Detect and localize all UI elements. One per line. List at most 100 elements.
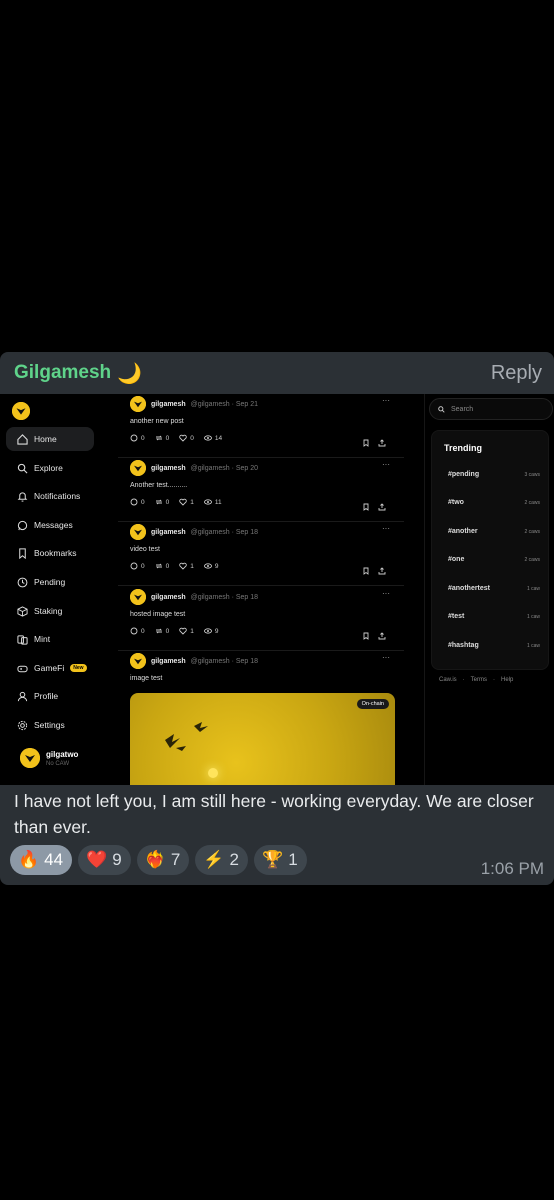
views-button[interactable]: 14: [203, 434, 222, 442]
post-avatar[interactable]: [130, 653, 146, 669]
nav-item-settings[interactable]: Settings: [6, 713, 94, 737]
share-icon[interactable]: [378, 627, 386, 645]
recaws-count: 0: [165, 627, 170, 635]
views-button[interactable]: 11: [203, 498, 222, 506]
post-avatar[interactable]: [130, 396, 146, 412]
bookmark-icon[interactable]: [362, 562, 370, 580]
nav-item-staking[interactable]: Staking: [6, 599, 94, 623]
account-switcher[interactable]: gilgatwo No CAW: [20, 748, 78, 768]
post[interactable]: gilgamesh @gilgamesh · Sep 18 ··· video tes…: [118, 524, 404, 586]
more-options-icon[interactable]: ···: [382, 589, 390, 598]
reply-button[interactable]: 0: [130, 562, 145, 570]
bookmark-icon[interactable]: [362, 627, 370, 645]
trending-item[interactable]: #one 2 caws: [448, 556, 540, 563]
post-text: Another test..........: [130, 482, 188, 489]
likes-count: 0: [190, 434, 194, 442]
nav-item-pending[interactable]: Pending: [6, 570, 94, 594]
reaction-trophy[interactable]: 🏆 1: [254, 845, 307, 875]
trending-item[interactable]: #two 2 caws: [448, 499, 540, 506]
bookmark-icon[interactable]: [362, 434, 370, 452]
recaw-button[interactable]: 0: [155, 498, 170, 506]
nav-item-notifications[interactable]: Notifications: [6, 484, 94, 508]
post[interactable]: gilgamesh @gilgamesh · Sep 18 ··· hosted im…: [118, 589, 404, 651]
reply-icon: [130, 434, 138, 442]
sender-label: Gilgamesh: [14, 362, 112, 383]
reply-button[interactable]: Reply: [491, 362, 542, 385]
embedded-screenshot[interactable]: Home Explore Notifications Messages Bookmark…: [0, 394, 554, 785]
like-button[interactable]: 1: [179, 498, 194, 506]
post-text: video test: [130, 546, 160, 553]
post[interactable]: gilgamesh @gilgamesh · Sep 20 ··· Another t…: [118, 460, 404, 522]
views-count: 9: [214, 562, 219, 570]
nav-item-home[interactable]: Home: [6, 427, 94, 451]
search-input[interactable]: Search: [429, 398, 553, 420]
nav-item-profile[interactable]: Profile: [6, 684, 94, 708]
share-icon[interactable]: [378, 562, 386, 580]
recaw-button[interactable]: 0: [155, 434, 169, 442]
recaw-icon: [155, 562, 163, 570]
trending-count: 1 caw: [526, 642, 540, 649]
trending-count: 3 caws: [524, 471, 540, 478]
post-image[interactable]: On-chain: [130, 693, 395, 785]
reaction-fire[interactable]: 🔥 44: [10, 845, 73, 875]
trending-item[interactable]: #test 1 caw: [448, 613, 540, 620]
views-icon: [203, 562, 212, 570]
nav-label: Notifications: [34, 491, 81, 501]
reply-button[interactable]: 0: [130, 627, 145, 635]
share-icon[interactable]: [378, 434, 386, 452]
nav-item-bookmarks[interactable]: Bookmarks: [6, 541, 94, 565]
post-header: gilgamesh @gilgamesh · Sep 18: [130, 653, 258, 669]
nav-item-explore[interactable]: Explore: [6, 456, 94, 480]
search-icon: [16, 462, 28, 474]
post-handle: @gilgamesh · Sep 18: [190, 528, 259, 536]
recaws-count: 0: [165, 498, 170, 506]
like-button[interactable]: 0: [179, 434, 194, 442]
more-options-icon[interactable]: ···: [382, 524, 390, 533]
reply-icon: [130, 562, 138, 570]
nav-item-mint[interactable]: Mint: [6, 627, 94, 651]
more-options-icon[interactable]: ···: [382, 653, 390, 662]
post-author[interactable]: gilgamesh: [151, 529, 186, 536]
post[interactable]: gilgamesh @gilgamesh · Sep 21 ··· another n…: [118, 396, 404, 458]
nav-item-gamefi[interactable]: GameFi New: [6, 656, 94, 680]
trending-item[interactable]: #another 2 caws: [448, 528, 540, 535]
footer-links: Caw.is · Terms · Help: [439, 677, 513, 683]
post-author[interactable]: gilgamesh: [151, 594, 186, 601]
trending-tag: #another: [448, 528, 478, 535]
post-avatar[interactable]: [130, 524, 146, 540]
post-author[interactable]: gilgamesh: [151, 658, 186, 665]
like-button[interactable]: 1: [179, 562, 194, 570]
footer-link-cawis[interactable]: Caw.is: [439, 677, 457, 683]
replies-count: 0: [141, 434, 145, 442]
post-secondary-actions: [362, 562, 386, 580]
trending-item[interactable]: #pending 3 caws: [448, 471, 540, 478]
reaction-heart-on-fire[interactable]: ❤️‍🔥 7: [136, 845, 190, 875]
reaction-heart[interactable]: ❤️ 9: [78, 845, 131, 875]
heart-on-fire-icon: ❤️‍🔥: [144, 850, 166, 869]
views-button[interactable]: 9: [203, 627, 219, 635]
post-avatar[interactable]: [130, 589, 146, 605]
footer-link-terms[interactable]: Terms: [471, 677, 487, 683]
trending-tag: #two: [448, 499, 464, 506]
footer-link-help[interactable]: Help: [501, 677, 513, 683]
nav-item-messages[interactable]: Messages: [6, 513, 94, 537]
recaws-count: 0: [165, 562, 170, 570]
reply-button[interactable]: 0: [130, 498, 145, 506]
bookmark-icon[interactable]: [362, 498, 370, 516]
nav-label: Staking: [34, 606, 63, 616]
trending-item[interactable]: #hashtag 1 caw: [448, 642, 540, 649]
more-options-icon[interactable]: ···: [382, 460, 390, 469]
trending-item[interactable]: #anothertest 1 caw: [448, 585, 540, 592]
like-button[interactable]: 1: [179, 627, 194, 635]
recaw-button[interactable]: 0: [155, 562, 170, 570]
views-button[interactable]: 9: [203, 562, 219, 570]
share-icon[interactable]: [378, 498, 386, 516]
post-author[interactable]: gilgamesh: [151, 465, 186, 472]
more-options-icon[interactable]: ···: [382, 396, 390, 405]
post-avatar[interactable]: [130, 460, 146, 476]
reaction-lightning[interactable]: ⚡ 2: [195, 845, 249, 875]
sender-name[interactable]: Gilgamesh 🌙: [14, 361, 142, 386]
reply-button[interactable]: 0: [130, 434, 145, 442]
post-author[interactable]: gilgamesh: [151, 401, 186, 408]
recaw-button[interactable]: 0: [155, 627, 170, 635]
